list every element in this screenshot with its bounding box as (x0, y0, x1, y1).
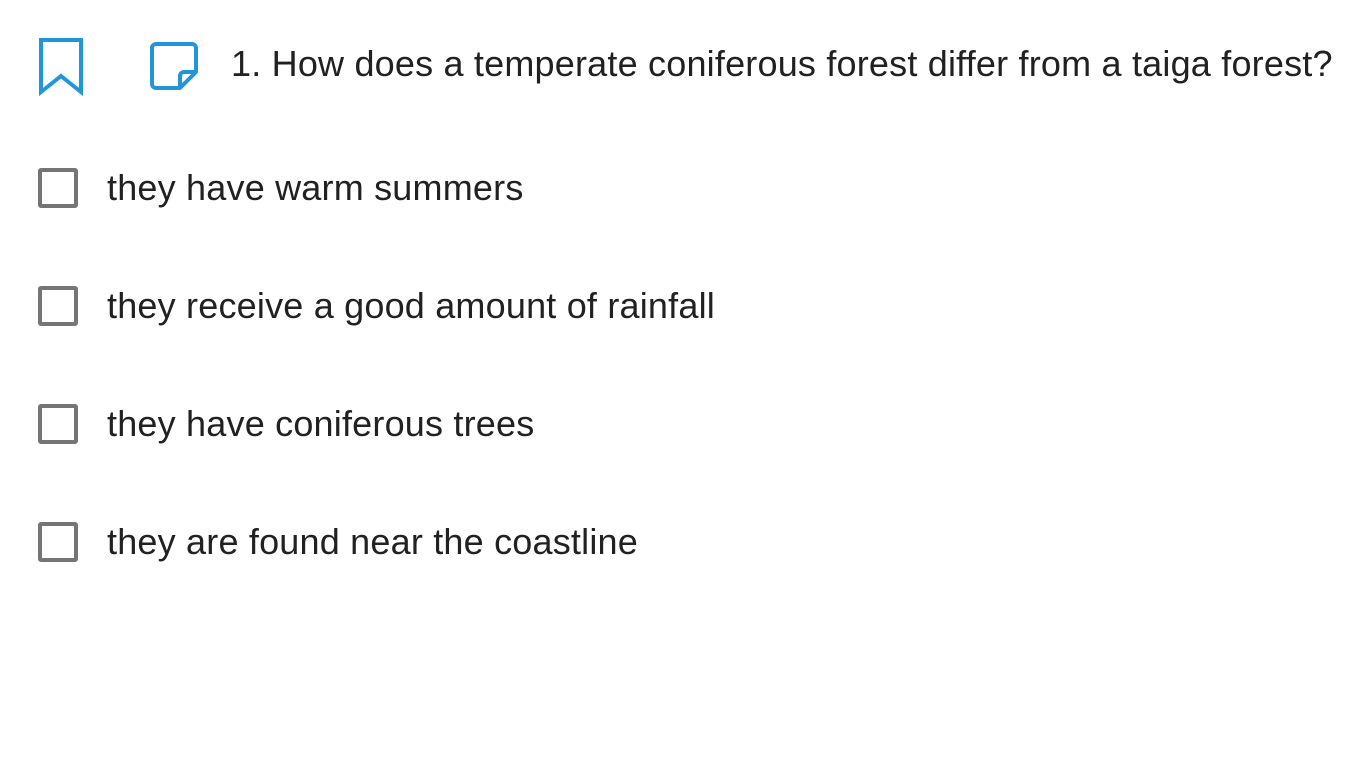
note-icon (150, 42, 198, 90)
option-checkbox[interactable] (38, 404, 78, 444)
option-label: they receive a good amount of rainfall (107, 285, 715, 326)
option-label: they are found near the coastline (107, 521, 638, 562)
option-label: they have coniferous trees (107, 403, 535, 444)
option-label: they have warm summers (107, 167, 524, 208)
option-3[interactable]: they have coniferous trees (36, 398, 936, 458)
option-checkbox[interactable] (38, 286, 78, 326)
bookmark-button[interactable] (36, 36, 86, 98)
option-checkbox[interactable] (38, 168, 78, 208)
option-1[interactable]: they have warm summers (36, 162, 936, 222)
quiz-page: 1. How does a temperate coniferous fores… (0, 0, 1365, 768)
question-header: 1. How does a temperate coniferous fores… (0, 0, 1365, 130)
question-text: 1. How does a temperate coniferous fores… (231, 43, 1333, 84)
option-2[interactable]: they receive a good amount of rainfall (36, 280, 936, 340)
option-checkbox[interactable] (38, 522, 78, 562)
option-4[interactable]: they are found near the coastline (36, 516, 936, 576)
add-note-button[interactable] (146, 38, 202, 94)
bookmark-icon (39, 38, 83, 97)
